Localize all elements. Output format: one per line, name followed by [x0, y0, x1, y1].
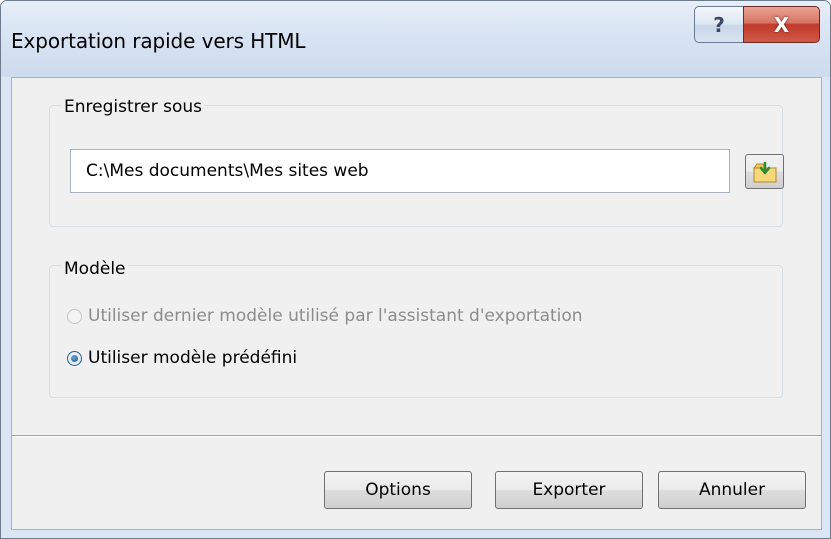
- dialog-title: Exportation rapide vers HTML: [11, 29, 306, 53]
- radio-label: Utiliser dernier modèle utilisé par l'as…: [88, 306, 583, 326]
- help-button[interactable]: ?: [694, 6, 744, 43]
- radio-last-template[interactable]: Utiliser dernier modèle utilisé par l'as…: [67, 306, 583, 326]
- template-label: Modèle: [62, 259, 128, 279]
- options-button[interactable]: Options: [324, 471, 472, 509]
- close-button[interactable]: X: [743, 6, 820, 43]
- radio-button[interactable]: [67, 308, 82, 324]
- template-group: [49, 265, 783, 398]
- cancel-button[interactable]: Annuler: [658, 471, 806, 509]
- dialog-body: Enregistrer sous Modèle Utiliser dernier…: [11, 77, 822, 530]
- browse-folder-button[interactable]: [745, 154, 784, 189]
- help-icon: ?: [713, 12, 725, 37]
- save-path-input[interactable]: [70, 149, 730, 193]
- export-button[interactable]: Exporter: [495, 471, 643, 509]
- separator: [12, 435, 821, 437]
- radio-predefined-template[interactable]: Utiliser modèle prédéfini: [67, 348, 297, 368]
- dialog-window: Exportation rapide vers HTML ? X Enregis…: [0, 0, 831, 539]
- radio-button[interactable]: [67, 350, 82, 366]
- title-bar[interactable]: Exportation rapide vers HTML ? X: [1, 1, 830, 77]
- folder-browse-icon: [752, 161, 776, 182]
- radio-label: Utiliser modèle prédéfini: [88, 348, 298, 368]
- save-as-label: Enregistrer sous: [62, 97, 204, 117]
- close-icon: X: [773, 12, 790, 37]
